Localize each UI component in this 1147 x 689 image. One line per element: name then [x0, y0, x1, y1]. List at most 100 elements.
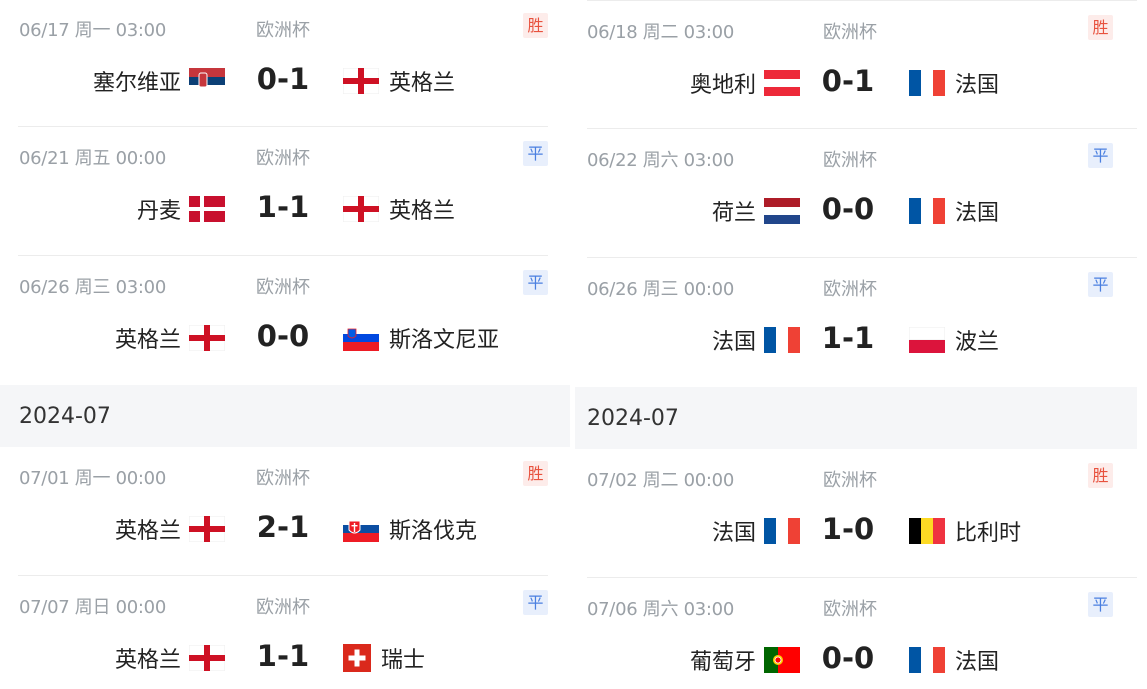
match-date: 06/18 周二 03:00	[587, 22, 734, 43]
july-matches: 07/02 周二 00:00 欧洲杯 胜 法国 1-0 比利时 07/06 周六…	[575, 449, 1147, 689]
home-team-name: 英格兰	[114, 648, 181, 673]
away-team-name: 斯洛文尼亚	[389, 328, 500, 353]
away-team[interactable]: 法国	[909, 644, 999, 676]
poland-flag-icon	[909, 327, 945, 353]
england-flag-icon	[189, 325, 225, 351]
away-team[interactable]: 比利时	[909, 515, 1021, 547]
month-header: 2024-07	[575, 387, 1137, 449]
match-date: 06/17 周一 03:00	[19, 20, 166, 41]
away-team-name: 比利时	[955, 521, 1022, 546]
home-team[interactable]: 奥地利	[690, 67, 800, 99]
home-team[interactable]: 塞尔维亚	[93, 65, 225, 97]
home-team[interactable]: 英格兰	[115, 322, 225, 354]
home-team[interactable]: 葡萄牙	[690, 644, 800, 676]
match-competition: 欧洲杯	[823, 150, 877, 171]
england-flag-icon	[343, 68, 379, 94]
match-card[interactable]: 07/07 周日 00:00 欧洲杯 平 英格兰 1-1 瑞士	[0, 576, 570, 688]
away-team-name: 斯洛伐克	[389, 519, 478, 544]
home-team[interactable]: 法国	[712, 515, 800, 547]
match-card[interactable]: 06/21 周五 00:00 欧洲杯 平 丹麦 1-1 英格兰	[0, 127, 570, 256]
match-competition: 欧洲杯	[823, 22, 877, 43]
away-team[interactable]: 法国	[909, 195, 999, 227]
match-date: 07/01 周一 00:00	[19, 468, 166, 489]
home-team[interactable]: 丹麦	[137, 193, 225, 225]
result-badge: 平	[523, 590, 548, 615]
match-card[interactable]: 07/01 周一 00:00 欧洲杯 胜 英格兰 2-1 斯洛伐克	[0, 447, 570, 576]
match-card[interactable]: 06/17 周一 03:00 欧洲杯 胜 塞尔维亚 0-1 英格兰	[0, 0, 570, 127]
match-date: 06/26 周三 00:00	[587, 279, 734, 300]
match-score: 1-1	[821, 321, 875, 355]
away-team[interactable]: 瑞士	[343, 642, 425, 674]
match-card[interactable]: 06/18 周二 03:00 欧洲杯 胜 奥地利 0-1 法国	[575, 1, 1147, 129]
match-competition: 欧洲杯	[256, 597, 310, 618]
june-matches: 06/17 周一 03:00 欧洲杯 胜 塞尔维亚 0-1 英格兰 06/21 …	[0, 0, 570, 385]
england-flag-icon	[189, 645, 225, 671]
match-card[interactable]: 07/02 周二 00:00 欧洲杯 胜 法国 1-0 比利时	[575, 449, 1147, 578]
match-score: 0-1	[821, 64, 875, 98]
slovenia-flag-icon	[343, 325, 379, 351]
match-score: 0-0	[256, 319, 310, 353]
left-team-schedule: 06/17 周一 03:00 欧洲杯 胜 塞尔维亚 0-1 英格兰 06/21 …	[0, 0, 570, 688]
home-team[interactable]: 英格兰	[115, 513, 225, 545]
home-team-name: 英格兰	[114, 519, 181, 544]
match-date: 07/06 周六 03:00	[587, 599, 734, 620]
match-card[interactable]: 06/26 周三 00:00 欧洲杯 平 法国 1-1 波兰	[575, 258, 1147, 387]
away-team[interactable]: 波兰	[909, 324, 999, 356]
match-date: 06/21 周五 00:00	[19, 148, 166, 169]
home-team-name: 法国	[711, 521, 756, 546]
result-badge: 胜	[523, 461, 548, 486]
denmark-flag-icon	[189, 196, 225, 222]
match-competition: 欧洲杯	[256, 277, 310, 298]
home-team-name: 奥地利	[689, 73, 756, 98]
away-team-name: 英格兰	[389, 199, 456, 224]
home-team-name: 英格兰	[114, 328, 181, 353]
switzerland-flag-icon	[343, 644, 371, 672]
netherlands-flag-icon	[764, 198, 800, 224]
home-team[interactable]: 英格兰	[115, 642, 225, 674]
away-team[interactable]: 法国	[909, 67, 999, 99]
match-competition: 欧洲杯	[823, 599, 877, 620]
away-team[interactable]: 斯洛文尼亚	[343, 322, 499, 354]
away-team[interactable]: 英格兰	[343, 65, 455, 97]
match-card[interactable]: 06/26 周三 03:00 欧洲杯 平 英格兰 0-0 斯洛文尼亚	[0, 256, 570, 385]
match-card[interactable]: 06/22 周六 03:00 欧洲杯 平 荷兰 0-0 法国	[575, 129, 1147, 258]
portugal-flag-icon	[764, 647, 800, 673]
result-badge: 胜	[1088, 15, 1113, 40]
home-team-name: 塞尔维亚	[92, 71, 181, 96]
france-flag-icon	[909, 198, 945, 224]
match-date: 06/22 周六 03:00	[587, 150, 734, 171]
away-team[interactable]: 斯洛伐克	[343, 513, 477, 545]
home-team[interactable]: 荷兰	[712, 195, 800, 227]
july-matches: 07/01 周一 00:00 欧洲杯 胜 英格兰 2-1 斯洛伐克 07/07 …	[0, 447, 570, 688]
june-matches: 06/18 周二 03:00 欧洲杯 胜 奥地利 0-1 法国 06/22 周六…	[575, 1, 1147, 387]
away-team-name: 英格兰	[389, 71, 456, 96]
result-badge: 平	[523, 141, 548, 166]
home-team[interactable]: 法国	[712, 324, 800, 356]
match-date: 07/07 周日 00:00	[19, 597, 166, 618]
result-badge: 平	[1088, 592, 1113, 617]
england-flag-icon	[343, 196, 379, 222]
france-flag-icon	[909, 647, 945, 673]
france-flag-icon	[764, 518, 800, 544]
match-competition: 欧洲杯	[256, 148, 310, 169]
month-header: 2024-07	[0, 385, 570, 447]
away-team[interactable]: 英格兰	[343, 193, 455, 225]
match-date: 06/26 周三 03:00	[19, 277, 166, 298]
match-competition: 欧洲杯	[256, 20, 310, 41]
match-score: 0-1	[256, 62, 310, 96]
match-score: 2-1	[256, 510, 310, 544]
home-team-name: 荷兰	[711, 201, 756, 226]
serbia-flag-icon	[189, 68, 225, 94]
match-score: 1-0	[821, 512, 875, 546]
match-score: 0-0	[821, 192, 875, 226]
match-score: 1-1	[256, 639, 310, 673]
away-team-name: 法国	[955, 201, 1000, 226]
right-team-schedule: 06/18 周二 03:00 欧洲杯 胜 奥地利 0-1 法国 06/22 周六…	[575, 0, 1147, 689]
match-date: 07/02 周二 00:00	[587, 470, 734, 491]
home-team-name: 丹麦	[136, 199, 181, 224]
result-badge: 平	[523, 270, 548, 295]
england-flag-icon	[189, 516, 225, 542]
match-card[interactable]: 07/06 周六 03:00 欧洲杯 平 葡萄牙 0-0 法国	[575, 578, 1147, 689]
match-score: 1-1	[256, 190, 310, 224]
france-flag-icon	[909, 70, 945, 96]
